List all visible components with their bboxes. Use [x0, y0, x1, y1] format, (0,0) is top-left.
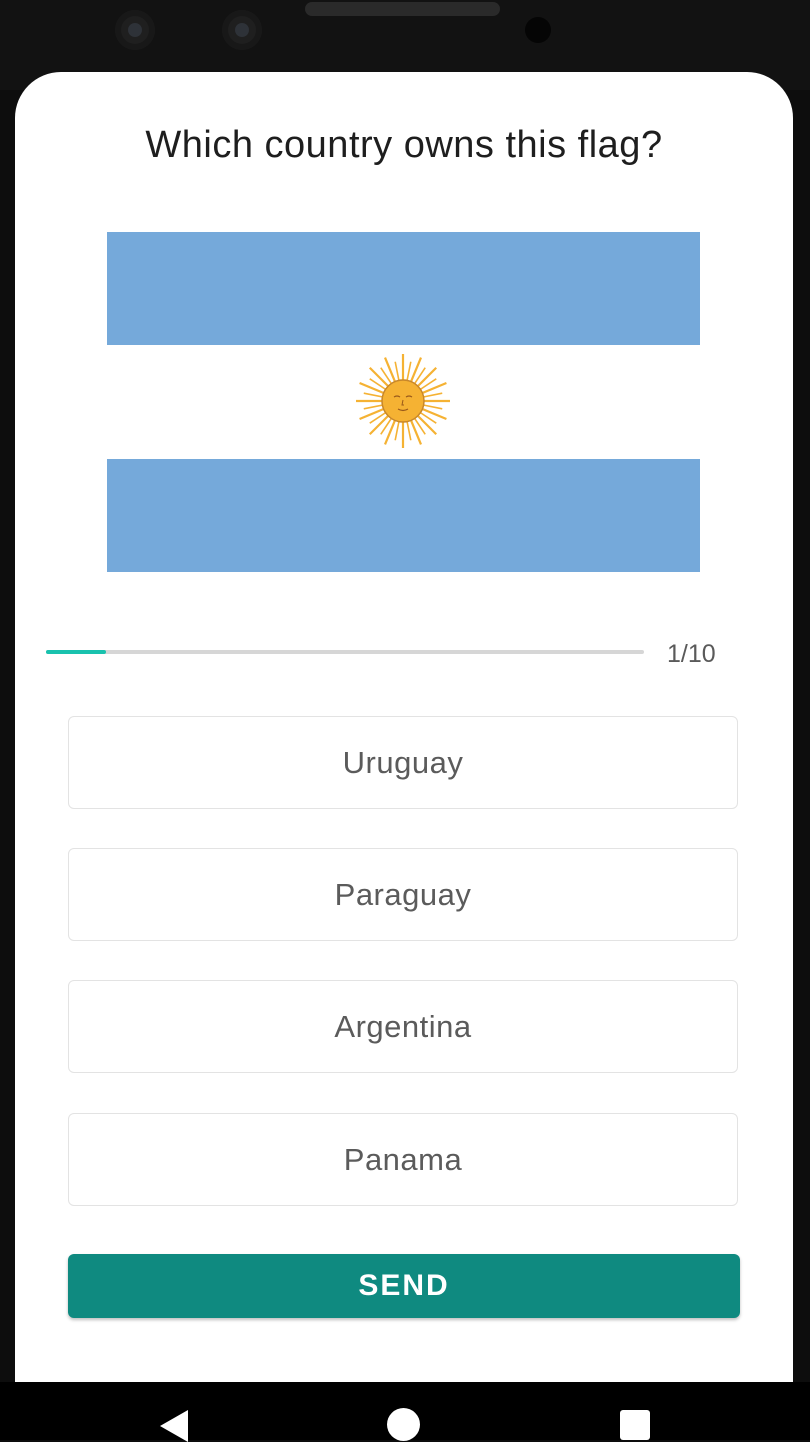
proximity-sensor: [525, 17, 551, 43]
progress-counter: 1/10: [667, 640, 716, 668]
system-navigation-bar: [0, 1382, 810, 1442]
flag-image: [107, 232, 700, 572]
front-camera-icon: [115, 10, 155, 50]
quiz-progress-fill: [46, 650, 106, 654]
answer-option-paraguay[interactable]: Paraguay: [68, 848, 738, 941]
back-icon[interactable]: [160, 1410, 190, 1442]
answer-option-uruguay[interactable]: Uruguay: [68, 716, 738, 809]
quiz-screen: Which country owns this flag? 1/10 Urugu…: [15, 72, 793, 1382]
question-title: Which country owns this flag?: [145, 124, 663, 166]
sun-of-may-icon: [356, 354, 450, 448]
home-icon[interactable]: [387, 1408, 420, 1441]
answer-option-panama[interactable]: Panama: [68, 1113, 738, 1206]
flag-bottom-stripe: [107, 459, 700, 572]
flag-top-stripe: [107, 232, 700, 345]
quiz-progress-bar: [46, 650, 644, 654]
send-button[interactable]: SEND: [68, 1254, 740, 1318]
front-camera-icon: [222, 10, 262, 50]
answer-option-argentina[interactable]: Argentina: [68, 980, 738, 1073]
recents-icon[interactable]: [620, 1410, 650, 1440]
earpiece-speaker: [305, 2, 500, 16]
